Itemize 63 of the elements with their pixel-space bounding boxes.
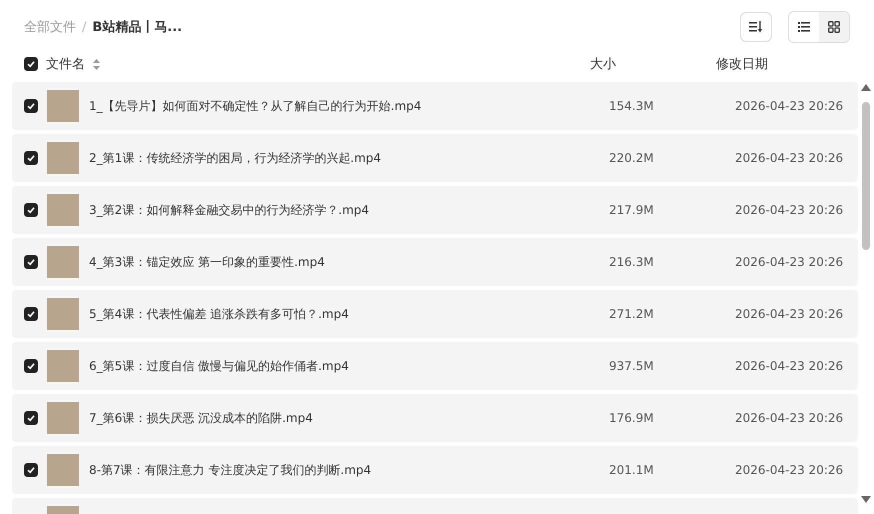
modified-date: 2026-04-23 20:26 <box>735 411 844 425</box>
modified-date: 2026-04-23 20:26 <box>735 151 844 165</box>
video-thumbnail <box>47 402 79 434</box>
breadcrumb-link[interactable]: B站精品丨马... <box>92 18 182 36</box>
file-size: 220.2M <box>609 151 655 165</box>
file-row[interactable]: 1_【先导片】如何面对不确定性？从了解自己的行为开始.mp4 154.3M 2026-04-23 20:26 <box>12 82 858 130</box>
view-mode-button[interactable] <box>819 12 849 42</box>
list-icon <box>798 22 810 32</box>
checkbox[interactable] <box>24 99 38 113</box>
video-thumbnail <box>47 298 79 330</box>
modified-date: 2026-04-23 20:26 <box>735 99 844 113</box>
modified-date: 2026-04-23 20:26 <box>735 463 844 477</box>
file-name: 2_第1课：传统经济学的困局，行为经济学的兴起.mp4 <box>89 150 382 166</box>
column-header[interactable]: 修改日期 <box>716 55 768 73</box>
modified-date: 2026-04-23 20:26 <box>735 307 844 321</box>
video-thumbnail <box>47 350 79 382</box>
modified-date: 2026-04-23 20:26 <box>735 203 844 217</box>
file-name: 7_第6课：损失厌恶 沉没成本的陷阱.mp4 <box>89 410 314 426</box>
file-name: 1_【先导片】如何面对不确定性？从了解自己的行为开始.mp4 <box>89 98 422 114</box>
video-thumbnail <box>47 454 79 486</box>
file-row[interactable]: 8-第7课：有限注意力 专注度决定了我们的判断.mp4 201.1M 2026-04-23 20:26 <box>12 446 858 494</box>
sort-button[interactable] <box>740 12 772 42</box>
file-row[interactable]: 6_第5课：过度自信 傲慢与偏见的始作俑者.mp4 937.5M 2026-04-23 20:26 <box>12 342 858 390</box>
grid-icon <box>828 21 840 33</box>
scroll-down-icon[interactable] <box>861 496 871 503</box>
file-size: 154.3M <box>609 99 655 113</box>
video-thumbnail <box>47 90 79 122</box>
scrollbar-thumb[interactable] <box>862 102 870 250</box>
video-thumbnail <box>47 142 79 174</box>
file-name: 8-第7课：有限注意力 专注度决定了我们的判断.mp4 <box>89 462 372 478</box>
scroll-up-icon[interactable] <box>861 84 871 91</box>
column-header[interactable]: 文件名 <box>46 55 85 73</box>
modified-date: 2026-04-23 20:26 <box>735 359 844 373</box>
file-row[interactable]: 5_第4课：代表性偏差 追涨杀跌有多可怕？.mp4 271.2M 2026-04-23 20:26 <box>12 290 858 338</box>
checkbox[interactable] <box>24 463 38 477</box>
file-name: 6_第5课：过度自信 傲慢与偏见的始作俑者.mp4 <box>89 358 350 374</box>
file-size: 176.9M <box>609 411 655 425</box>
checkbox[interactable] <box>24 203 38 217</box>
breadcrumb-separator: / <box>82 20 86 34</box>
file-row[interactable]: 3_第2课：如何解释金融交易中的行为经济学？.mp4 217.9M 2026-04-23 20:26 <box>12 186 858 234</box>
file-name: 3_第2课：如何解释金融交易中的行为经济学？.mp4 <box>89 202 370 218</box>
checkbox[interactable] <box>24 57 38 71</box>
sort-icon <box>749 21 763 33</box>
file-size: 201.1M <box>609 463 655 477</box>
file-size: 216.3M <box>609 255 655 269</box>
checkbox[interactable] <box>24 255 38 269</box>
video-thumbnail <box>47 194 79 226</box>
column-header[interactable]: 大小 <box>590 55 716 73</box>
checkbox[interactable] <box>24 151 38 165</box>
file-row[interactable]: 4_第3课：锚定效应 第一印象的重要性.mp4 216.3M 2026-04-23 20:26 <box>12 238 858 286</box>
checkbox[interactable] <box>24 359 38 373</box>
checkbox[interactable] <box>24 307 38 321</box>
file-size: 217.9M <box>609 203 655 217</box>
sort-icon[interactable] <box>93 58 100 70</box>
file-size: 937.5M <box>609 359 655 373</box>
checkbox[interactable] <box>24 411 38 425</box>
file-size: 271.2M <box>609 307 655 321</box>
file-name: 5_第4课：代表性偏差 追涨杀跌有多可怕？.mp4 <box>89 306 350 322</box>
file-name: 4_第3课：锚定效应 第一印象的重要性.mp4 <box>89 254 326 270</box>
modified-date: 2026-04-23 20:26 <box>735 255 844 269</box>
file-row[interactable]: 7_第6课：损失厌恶 沉没成本的陷阱.mp4 176.9M 2026-04-23 20:26 <box>12 394 858 442</box>
video-thumbnail <box>47 246 79 278</box>
file-row[interactable]: 2_第1课：传统经济学的困局，行为经济学的兴起.mp4 220.2M 2026-04-23 20:26 <box>12 134 858 182</box>
